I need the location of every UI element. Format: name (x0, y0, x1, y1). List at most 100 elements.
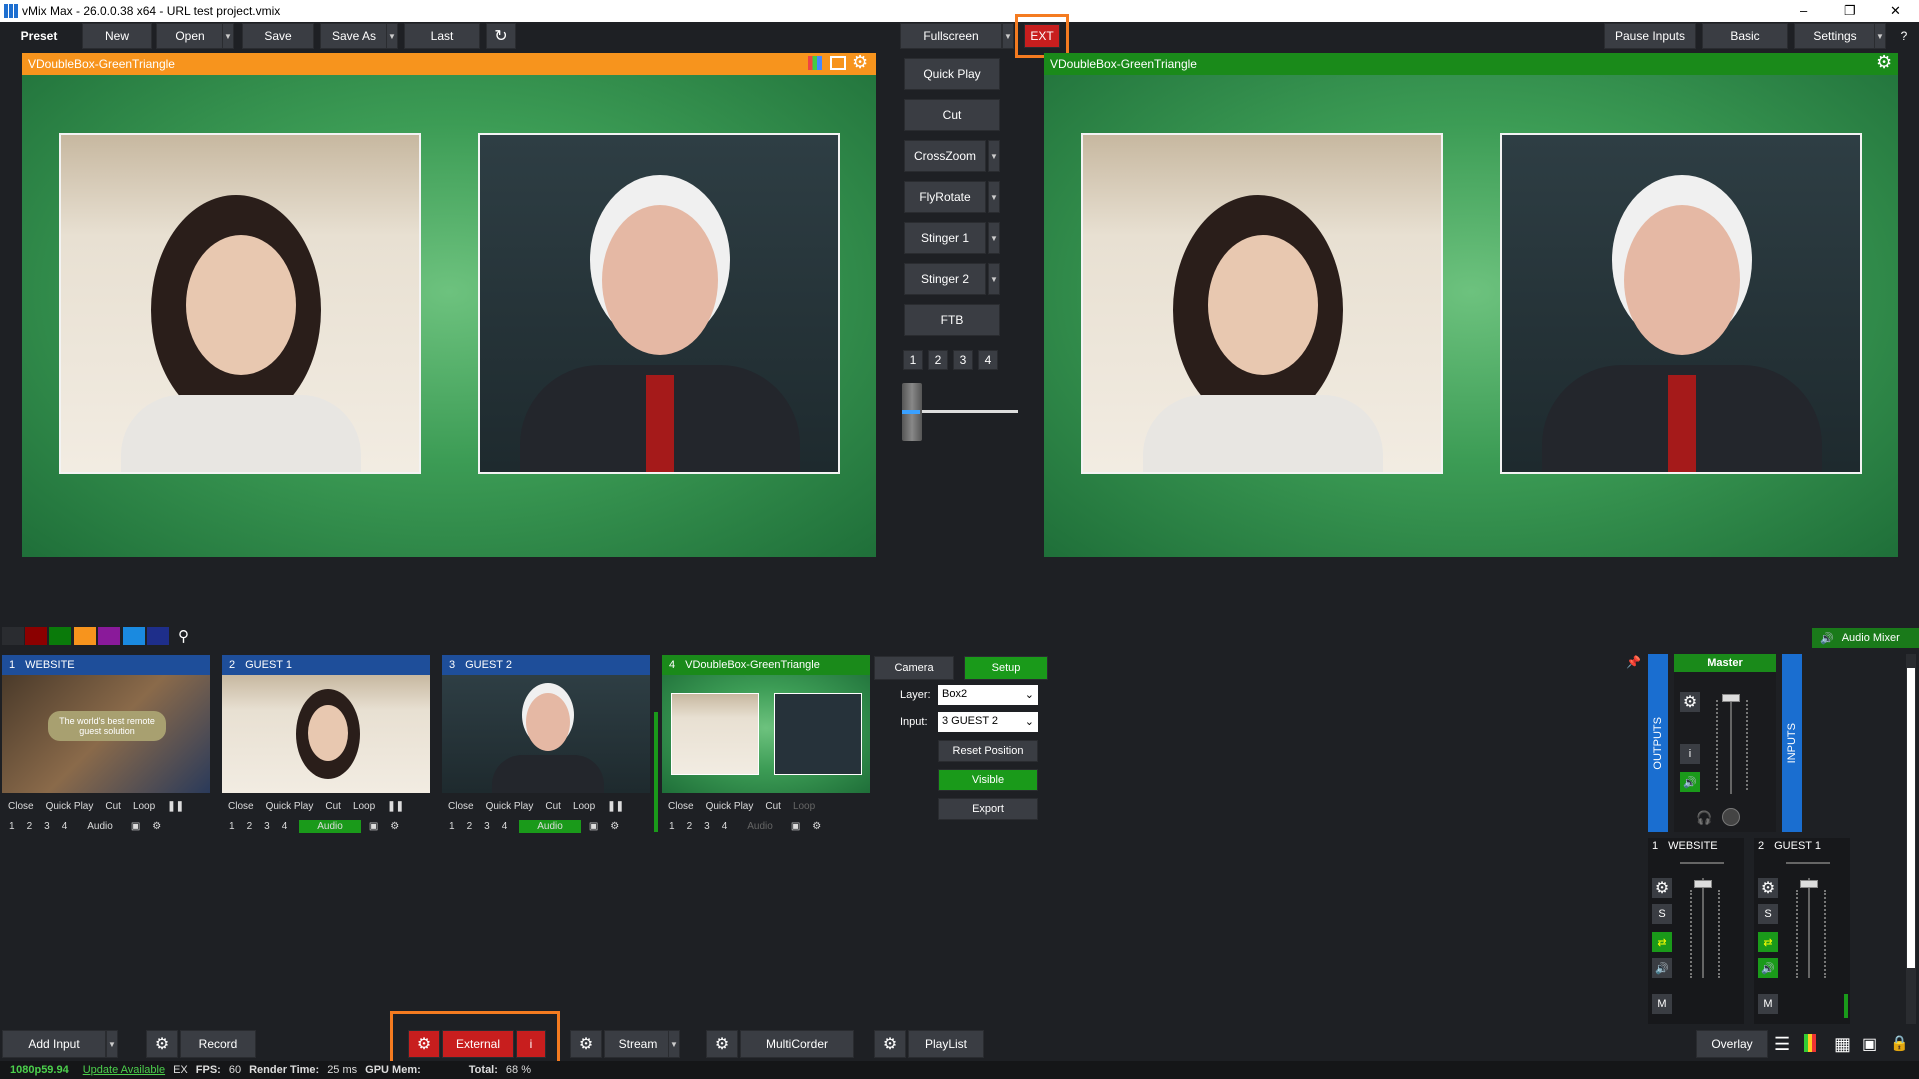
stinger2-dropdown[interactable]: ▼ (988, 263, 1000, 295)
input-2-num1[interactable]: 1 (229, 821, 235, 832)
reset-position-button[interactable]: Reset Position (938, 740, 1038, 762)
refresh-button[interactable]: ↻ (486, 23, 516, 49)
new-button[interactable]: New (82, 23, 152, 49)
input-2-quick-play[interactable]: Quick Play (266, 801, 314, 812)
input-2-thumb[interactable] (222, 675, 430, 793)
input-3-pause-icon[interactable]: ❚❚ (607, 801, 624, 812)
input-1-cut[interactable]: Cut (105, 801, 121, 812)
camera-button[interactable]: Camera (874, 656, 954, 680)
audio-ch2-balance[interactable] (1786, 862, 1830, 864)
input-1-num1[interactable]: 1 (9, 821, 15, 832)
input-3-num4[interactable]: 4 (502, 821, 508, 832)
input-2-loop[interactable]: Loop (353, 801, 375, 812)
audio-ch2-fader-knob[interactable] (1800, 880, 1818, 888)
help-button[interactable]: ? (1892, 23, 1916, 49)
add-input-dropdown[interactable]: ▼ (106, 1030, 118, 1058)
swatch-blue[interactable] (123, 627, 145, 645)
stream-button[interactable]: Stream (604, 1030, 672, 1058)
outputs-tab[interactable]: OUTPUTS (1648, 654, 1668, 832)
layout-icon[interactable] (830, 56, 846, 70)
quick-play-button[interactable]: Quick Play (904, 58, 1000, 90)
save-button[interactable]: Save (242, 23, 314, 49)
input-2-pause-icon[interactable]: ❚❚ (387, 801, 404, 812)
colour-icon[interactable] (808, 56, 822, 70)
input-1-monitor-icon[interactable]: ▣ (131, 821, 140, 832)
swatch-none[interactable] (2, 627, 24, 645)
input-3-cut[interactable]: Cut (545, 801, 561, 812)
basic-button[interactable]: Basic (1702, 23, 1788, 49)
add-input-button[interactable]: Add Input (2, 1030, 106, 1058)
swatch-navy[interactable] (147, 627, 169, 645)
cut-button[interactable]: Cut (904, 99, 1000, 131)
input-3-monitor-icon[interactable]: ▣ (589, 821, 598, 832)
swatch-orange[interactable] (74, 627, 96, 645)
headphone-volume-knob[interactable] (1722, 808, 1740, 826)
mixer-scrollbar[interactable] (1906, 654, 1916, 1024)
input-3-loop[interactable]: Loop (573, 801, 595, 812)
audio-ch1-solo-button[interactable]: S (1652, 904, 1672, 924)
list-view-icon[interactable]: ☰ (1774, 1034, 1790, 1055)
headphones-icon[interactable]: 🎧 (1696, 810, 1712, 826)
inputs-tab[interactable]: INPUTS (1782, 654, 1802, 832)
input-2-header[interactable]: 2 GUEST 1 (222, 655, 430, 675)
input-4-num3[interactable]: 3 (704, 821, 710, 832)
record-gear-button[interactable]: ⚙ (146, 1030, 178, 1058)
layer-select[interactable]: Box2 ⌄ (938, 685, 1038, 705)
audio-ch2-mute-button[interactable]: M (1758, 994, 1778, 1014)
input-2-num3[interactable]: 3 (264, 821, 270, 832)
stinger1-button[interactable]: Stinger 1 (904, 222, 986, 254)
input-4-close[interactable]: Close (668, 801, 694, 812)
visible-button[interactable]: Visible (938, 769, 1038, 791)
audio-mixer-header[interactable]: 🔊 Audio Mixer (1812, 628, 1919, 648)
stream-gear-button[interactable]: ⚙ (570, 1030, 602, 1058)
transition-3-button[interactable]: 3 (953, 350, 973, 370)
master-info-button[interactable]: i (1680, 744, 1700, 764)
last-button[interactable]: Last (404, 23, 480, 49)
audio-ch1-mute-button[interactable]: M (1652, 994, 1672, 1014)
transition-1-button[interactable]: 1 (903, 350, 923, 370)
input-2-gear-icon[interactable]: ⚙ (390, 821, 399, 832)
input-1-audio[interactable]: Audio (87, 821, 113, 832)
multicorder-button[interactable]: MultiCorder (740, 1030, 854, 1058)
crosszoom-button[interactable]: CrossZoom (904, 140, 986, 172)
search-icon[interactable]: ⚲ (178, 627, 189, 645)
settings-dropdown[interactable]: ▼ (1874, 23, 1886, 49)
setup-button[interactable]: Setup (964, 656, 1048, 680)
audio-ch2-solo-button[interactable]: S (1758, 904, 1778, 924)
input-3-gear-icon[interactable]: ⚙ (610, 821, 619, 832)
input-4-quick-play[interactable]: Quick Play (706, 801, 754, 812)
preview-gear-icon[interactable]: ⚙ (852, 52, 868, 73)
input-1-gear-icon[interactable]: ⚙ (152, 821, 161, 832)
input-2-close[interactable]: Close (228, 801, 254, 812)
input-2-cut[interactable]: Cut (325, 801, 341, 812)
input-4-thumb[interactable] (662, 675, 870, 793)
fullscreen-button[interactable]: Fullscreen (900, 23, 1002, 49)
playlist-button[interactable]: PlayList (908, 1030, 984, 1058)
input-3-num2[interactable]: 2 (467, 821, 473, 832)
input-1-loop[interactable]: Loop (133, 801, 155, 812)
input-1-num3[interactable]: 3 (44, 821, 50, 832)
restore-icon[interactable]: ❐ (1844, 3, 1856, 19)
swatch-red[interactable] (25, 627, 47, 645)
input-4-header[interactable]: 4 VDoubleBox-GreenTriangle (662, 655, 870, 675)
input-4-cut[interactable]: Cut (765, 801, 781, 812)
input-3-quick-play[interactable]: Quick Play (486, 801, 534, 812)
input-2-num4[interactable]: 4 (282, 821, 288, 832)
input-3-close[interactable]: Close (448, 801, 474, 812)
input-1-thumb[interactable]: The world's best remote guest solution (2, 675, 210, 793)
input-3-audio[interactable]: Audio (519, 819, 581, 833)
transition-2-button[interactable]: 2 (928, 350, 948, 370)
input-4-monitor-icon[interactable]: ▣ (791, 821, 800, 832)
output-gear-icon[interactable]: ⚙ (1876, 52, 1892, 73)
input-1-header[interactable]: 1 WEBSITE (2, 655, 210, 675)
input-4-num2[interactable]: 2 (687, 821, 693, 832)
input-1-num4[interactable]: 4 (62, 821, 68, 832)
input-1-pause-icon[interactable]: ❚❚ (167, 801, 184, 812)
stinger1-dropdown[interactable]: ▼ (988, 222, 1000, 254)
input-1-quick-play[interactable]: Quick Play (46, 801, 94, 812)
preset-button[interactable]: Preset (0, 23, 78, 49)
input-2-num2[interactable]: 2 (247, 821, 253, 832)
flyrotate-button[interactable]: FlyRotate (904, 181, 986, 213)
input-3-num3[interactable]: 3 (484, 821, 490, 832)
crosszoom-dropdown[interactable]: ▼ (988, 140, 1000, 172)
